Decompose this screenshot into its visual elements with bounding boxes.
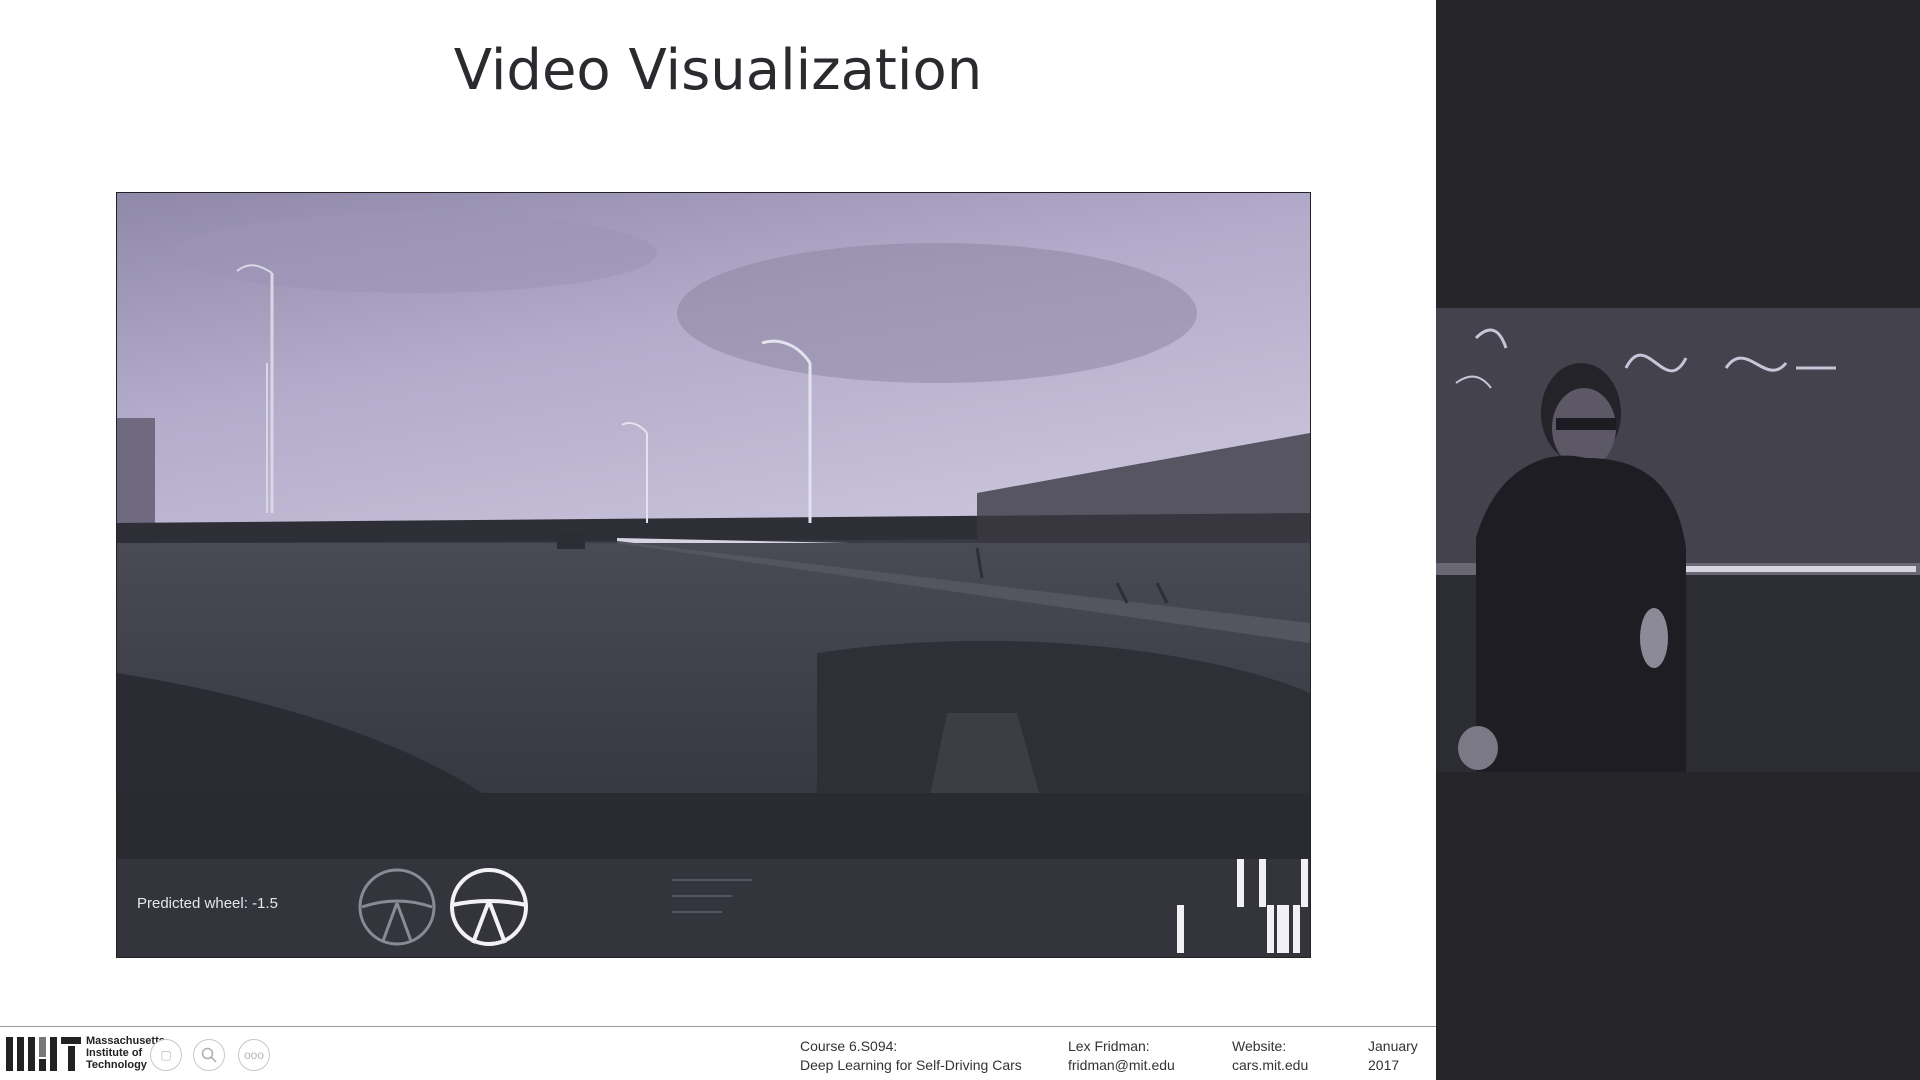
course-info: Course 6.S094: Deep Learning for Self-Dr… — [800, 1038, 1022, 1073]
slide-title: Video Visualization — [453, 38, 983, 103]
mit-logo — [6, 1037, 81, 1071]
slide-footer: Massachusetts Institute of Technology ▢ … — [0, 1026, 1436, 1080]
page-control-button[interactable]: ▢ — [150, 1039, 182, 1071]
actual-steering-wheel-icon — [358, 868, 436, 946]
predicted-steering-wheel-icon — [450, 868, 528, 946]
search-icon — [201, 1047, 217, 1063]
lecturer-camera-feed — [1436, 308, 1920, 772]
driving-video[interactable]: Predicted wheel: -1.5 — [116, 192, 1311, 958]
lecturer-video-image — [1436, 308, 1920, 772]
presentation-slide: Video Visualization Predicted wheel: -1.… — [0, 0, 1436, 1080]
steering-history-bars — [1177, 859, 1310, 957]
predicted-wheel-label: Predicted wheel: -1.5 — [137, 895, 278, 912]
website-info: Website: cars.mit.edu — [1232, 1038, 1309, 1073]
faint-hud-text — [672, 871, 762, 941]
page-icon: ▢ — [160, 1048, 172, 1062]
date-info: January 2017 — [1368, 1038, 1418, 1073]
more-icon: ooo — [243, 1048, 265, 1062]
steering-hud: Predicted wheel: -1.5 — [117, 859, 1310, 957]
author-info: Lex Fridman: fridman@mit.edu — [1068, 1038, 1175, 1073]
more-options-button[interactable]: ooo — [238, 1039, 270, 1071]
road-scene — [117, 193, 1310, 859]
search-button[interactable] — [193, 1039, 225, 1071]
